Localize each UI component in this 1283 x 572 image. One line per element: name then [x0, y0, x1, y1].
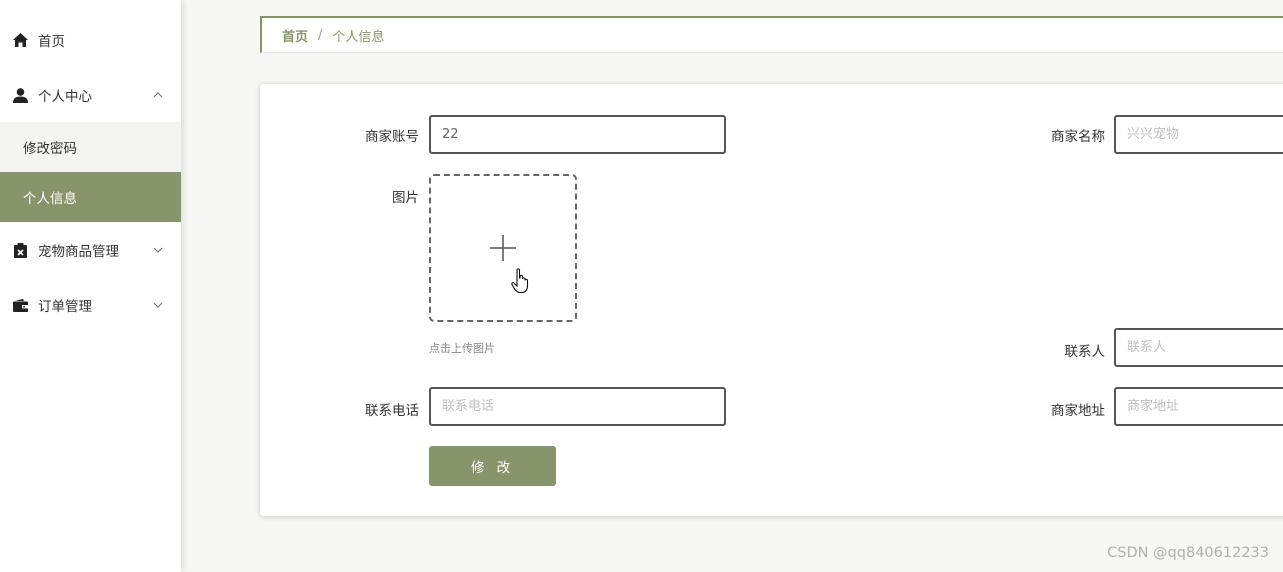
chevron-up-icon	[153, 92, 163, 98]
store-name-field[interactable]	[1114, 115, 1283, 154]
upload-tip: 点击上传图片	[429, 342, 495, 355]
sidebar-item-label: 个人信息	[23, 191, 77, 207]
image-label: 图片	[392, 190, 419, 206]
sidebar-item-label: 修改密码	[23, 141, 77, 157]
phone-label: 联系电话	[365, 403, 419, 419]
submit-button[interactable]: 修 改	[429, 446, 556, 486]
watermark: CSDN @qq840612233	[1107, 545, 1269, 561]
account-field[interactable]	[429, 115, 726, 154]
account-label: 商家账号	[365, 129, 419, 145]
contact-label: 联系人	[1064, 344, 1106, 360]
address-field[interactable]	[1114, 387, 1283, 426]
profile-form-card: 商家账号 商家名称 图片 点击上传图片 联系人 联系电话 商家地址 修 改	[260, 84, 1283, 516]
address-label: 商家地址	[1051, 403, 1105, 419]
breadcrumb-current: 个人信息	[332, 29, 385, 45]
plus-icon	[490, 235, 516, 261]
sidebar-item-home[interactable]: 首页	[0, 15, 181, 65]
breadcrumb: 首页 / 个人信息	[260, 16, 1283, 53]
phone-field[interactable]	[429, 387, 726, 426]
clipboard-icon	[12, 242, 28, 258]
chevron-down-icon	[153, 247, 163, 253]
sidebar-item-change-password[interactable]: 修改密码	[0, 122, 181, 172]
home-icon	[12, 32, 28, 48]
sidebar-item-label: 个人中心	[38, 89, 92, 105]
contact-field[interactable]	[1114, 328, 1283, 367]
user-icon	[12, 87, 28, 103]
sidebar-item-orders[interactable]: 订单管理	[0, 280, 181, 330]
breadcrumb-separator: /	[318, 27, 323, 43]
chevron-down-icon	[153, 302, 163, 308]
image-upload-area[interactable]	[429, 174, 577, 322]
breadcrumb-home-link[interactable]: 首页	[282, 26, 308, 45]
sidebar-item-personal-center[interactable]: 个人中心	[0, 70, 181, 120]
store-name-label: 商家名称	[1051, 129, 1105, 145]
sidebar-item-personal-info[interactable]: 个人信息	[0, 172, 181, 222]
wallet-icon	[12, 297, 28, 313]
sidebar-item-label: 宠物商品管理	[38, 244, 119, 260]
sidebar-item-pet-products[interactable]: 宠物商品管理	[0, 225, 181, 275]
sidebar-item-label: 订单管理	[38, 299, 92, 315]
sidebar-item-label: 首页	[38, 34, 65, 50]
sidebar: 首页 个人中心 修改密码 个人信息 宠物商品管理 订单管理	[0, 0, 181, 572]
hand-cursor-icon	[511, 268, 529, 294]
